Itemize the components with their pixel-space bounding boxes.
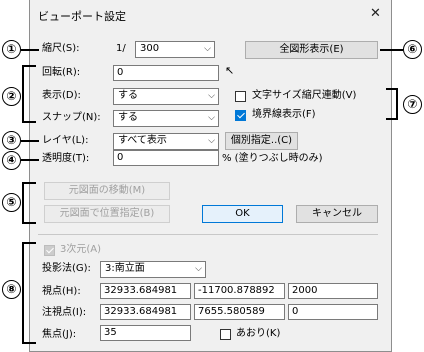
chevron-down-icon: ⌵ xyxy=(204,44,211,54)
show-all-button[interactable]: 全図形表示(E) xyxy=(245,41,378,59)
annotation-6: ⑥ xyxy=(403,40,422,59)
annotation-5: ⑤ xyxy=(2,193,21,212)
position-original-button[interactable]: 元図面で位置指定(B) xyxy=(44,205,170,223)
focal-input[interactable]: 35 xyxy=(100,325,191,341)
tilt-checkbox[interactable] xyxy=(220,329,231,340)
cursor-icon: ↖ xyxy=(225,64,235,77)
annotation-connector xyxy=(380,49,403,51)
scale-prefix: 1/ xyxy=(116,43,126,54)
text-size-link-label: 文字サイズ縮尺連動(V) xyxy=(252,90,357,101)
display-label: 表示(D): xyxy=(42,90,81,101)
annotation-3: ③ xyxy=(2,131,21,150)
annotation-bracket xyxy=(22,242,36,344)
viewpoint-x-input[interactable]: 32933.684981 xyxy=(100,283,191,299)
annotation-connector xyxy=(21,159,39,161)
display-select[interactable]: する ⌵ xyxy=(113,88,219,105)
dialog-title: ビューポート設定 xyxy=(38,10,126,23)
layer-label: レイヤ(L): xyxy=(42,135,89,146)
gaze-point-x-input[interactable]: 32933.684981 xyxy=(100,304,191,320)
layer-select[interactable]: すべて表示 ⌵ xyxy=(113,133,219,150)
annotation-connector xyxy=(21,140,39,142)
rotation-label: 回転(R): xyxy=(42,67,81,78)
opacity-input[interactable]: 0 xyxy=(113,150,219,166)
annotation-8: ⑧ xyxy=(2,280,21,299)
chevron-down-icon: ⌵ xyxy=(208,136,215,146)
projection-value: 3:南立面 xyxy=(105,263,145,274)
opacity-label: 透明度(T): xyxy=(42,153,90,164)
viewpoint-label: 視点(H): xyxy=(42,286,81,297)
scale-select[interactable]: 300 ⌵ xyxy=(135,41,215,58)
projection-label: 投影法(G): xyxy=(42,263,91,274)
scale-label: 縮尺(S): xyxy=(42,43,80,54)
annotation-bracket xyxy=(22,65,36,123)
tilt-label: あおり(K) xyxy=(236,328,281,339)
border-display-checkbox[interactable] xyxy=(235,110,246,121)
move-original-button[interactable]: 元図面の移動(M) xyxy=(44,182,170,200)
focal-label: 焦点(J): xyxy=(42,329,77,340)
annotation-bracket xyxy=(386,88,398,120)
border-display-label: 境界線表示(F) xyxy=(252,109,316,120)
annotation-2: ② xyxy=(2,87,21,106)
viewpoint-y-input[interactable]: -11700.878892 xyxy=(194,283,285,299)
close-icon[interactable]: ✕ xyxy=(370,6,381,21)
snap-select[interactable]: する ⌵ xyxy=(113,110,219,127)
annotation-bracket xyxy=(22,182,36,224)
annotation-1: ① xyxy=(2,40,21,59)
three-d-label: 3次元(A) xyxy=(60,244,102,255)
projection-select[interactable]: 3:南立面 ⌵ xyxy=(100,261,206,278)
layer-value: すべて表示 xyxy=(118,135,167,146)
layer-individual-button[interactable]: 個別指定..(C) xyxy=(225,132,298,150)
gaze-point-y-input[interactable]: 7655.580589 xyxy=(194,304,285,320)
gaze-point-label: 注視点(I): xyxy=(42,307,87,318)
separator xyxy=(38,234,378,235)
gaze-point-z-input[interactable]: 0 xyxy=(288,304,378,320)
snap-value: する xyxy=(118,112,138,123)
opacity-note: % (塗りつぶし時のみ) xyxy=(222,153,323,164)
viewpoint-z-input[interactable]: 2000 xyxy=(288,283,378,299)
display-value: する xyxy=(118,90,138,101)
chevron-down-icon: ⌵ xyxy=(208,91,215,101)
rotation-input[interactable]: 0 xyxy=(113,65,219,81)
chevron-down-icon: ⌵ xyxy=(195,264,202,274)
annotation-connector xyxy=(21,49,39,51)
snap-label: スナップ(N): xyxy=(42,112,101,123)
annotation-7: ⑦ xyxy=(403,95,422,114)
chevron-down-icon: ⌵ xyxy=(208,113,215,123)
cancel-button[interactable]: キャンセル xyxy=(296,205,378,223)
text-size-link-checkbox[interactable] xyxy=(235,91,246,102)
scale-value: 300 xyxy=(140,43,160,54)
annotation-4: ④ xyxy=(2,151,21,170)
three-d-checkbox[interactable] xyxy=(44,245,55,256)
ok-button[interactable]: OK xyxy=(202,205,283,223)
